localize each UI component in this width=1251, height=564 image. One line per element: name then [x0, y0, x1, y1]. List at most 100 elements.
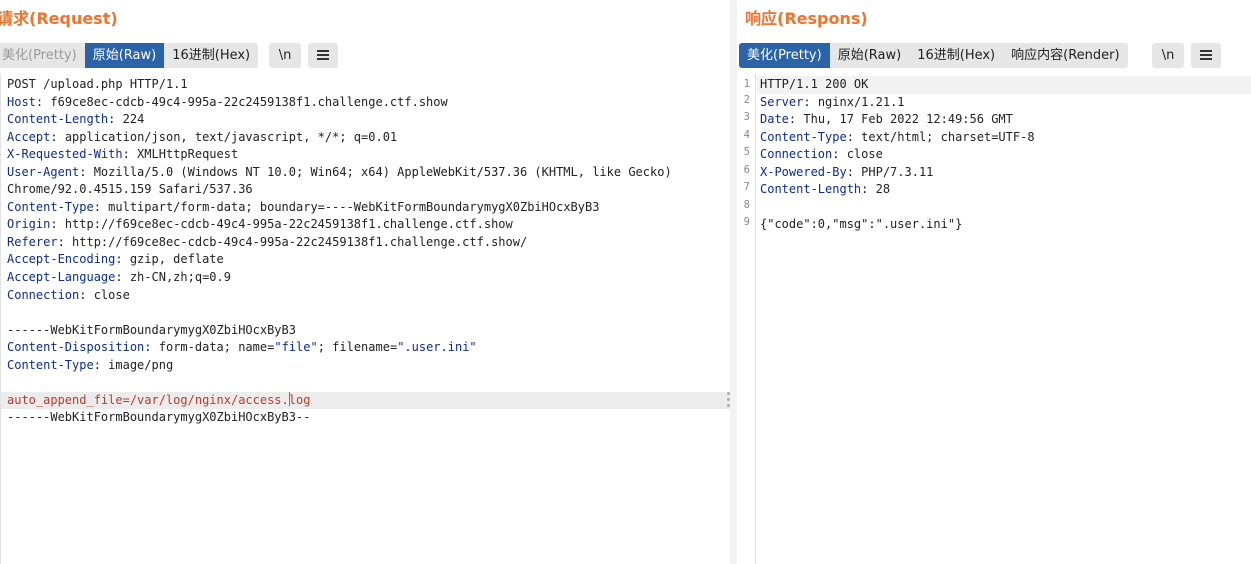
tab-hex[interactable]: 16进制(Hex) — [164, 43, 258, 68]
code-line: ------WebKitFormBoundarymygX0ZbiHOcxByB3 — [7, 322, 730, 340]
header-value: XMLHttpRequest — [129, 147, 239, 162]
tab-raw[interactable]: 原始(Raw) — [830, 43, 910, 68]
header-name: Content-Length — [760, 182, 862, 197]
request-menu-button[interactable] — [308, 43, 338, 68]
header-name: X-Powered-By — [760, 164, 847, 179]
line-text: POST /upload.php HTTP/1.1 — [7, 77, 188, 91]
line-number-gutter: 1 2 3 4 5 6 7 8 9 — [737, 74, 756, 564]
header-value: multipart/form-data; boundary=----WebKit… — [100, 199, 600, 214]
line-text: Chrome/92.0.4515.159 Safari/537.36 — [7, 182, 253, 197]
header-separator: : — [846, 164, 854, 179]
header-name: Connection — [760, 147, 833, 162]
header-name: Date — [760, 112, 789, 127]
code-line: Accept: application/json, text/javascrip… — [7, 129, 730, 147]
request-editor[interactable]: POST /upload.php HTTP/1.1 Host: f69ce8ec-… — [0, 74, 730, 564]
request-toolbar: 美化(Pretty) 原始(Raw) 16进制(Hex) \n — [0, 43, 730, 68]
header-value-part: form-data; name= — [151, 340, 275, 355]
response-lines: HTTP/1.1 200 OK Server: nginx/1.21.1 Date:… — [757, 76, 1251, 234]
header-value: text/html; charset=UTF-8 — [853, 129, 1035, 144]
newline-toggle-button[interactable]: \n — [269, 43, 301, 68]
header-name: Accept-Language — [7, 270, 116, 285]
hamburger-menu-icon — [1200, 49, 1212, 60]
code-line: Content-Length: 224 — [7, 111, 730, 129]
header-separator: : — [57, 234, 65, 249]
header-value: 224 — [115, 112, 145, 127]
line-number: 9 — [743, 216, 750, 229]
tab-raw[interactable]: 原始(Raw) — [84, 43, 165, 68]
response-toolbar: 美化(Pretty) 原始(Raw) 16进制(Hex) 响应内容(Render) \… — [737, 43, 1251, 68]
line-number: 2 — [743, 93, 750, 106]
code-line: X-Requested-With: XMLHttpRequest — [7, 146, 730, 164]
header-value-part: "file" — [274, 340, 318, 355]
line-number: 7 — [743, 181, 750, 194]
header-name: Content-Type — [7, 357, 94, 372]
header-separator: : — [144, 340, 152, 355]
line-text: ------WebKitFormBoundarymygX0ZbiHOcxByB3… — [7, 410, 311, 425]
header-separator: : — [93, 357, 101, 372]
drag-handle-icon[interactable] — [727, 392, 731, 408]
header-name: X-Requested-With — [7, 147, 123, 162]
text-caret — [288, 392, 290, 407]
header-separator: : — [115, 270, 123, 285]
line-text: HTTP/1.1 200 OK — [760, 77, 869, 91]
request-view-tabs: 美化(Pretty) 原始(Raw) 16进制(Hex) — [0, 43, 259, 68]
header-name: Origin — [7, 217, 51, 232]
header-value: image/png — [100, 357, 174, 372]
header-value: PHP/7.3.11 — [853, 164, 934, 179]
line-number: 1 — [743, 78, 750, 90]
header-separator: : — [122, 147, 130, 162]
code-line: Content-Type: image/png — [7, 357, 730, 375]
header-name: Accept — [7, 129, 51, 144]
header-value: http://f69ce8ec-cdcb-49c4-995a-22c245913… — [64, 234, 528, 249]
header-value-part: ; filename= — [317, 340, 398, 355]
header-name: Host — [7, 94, 36, 109]
code-line: Connection: close — [760, 146, 1251, 164]
header-value: gzip, deflate — [122, 252, 224, 267]
code-line: HTTP/1.1 200 OK — [757, 76, 1251, 94]
header-name: Accept-Encoding — [7, 252, 116, 267]
line-number: 4 — [743, 128, 750, 141]
hamburger-menu-icon — [317, 49, 329, 60]
tab-hex[interactable]: 16进制(Hex) — [909, 43, 1003, 68]
header-value: 28 — [868, 182, 891, 197]
header-name: Content-Length — [7, 112, 109, 127]
code-line: Content-Type: multipart/form-data; bound… — [7, 199, 730, 217]
code-line: Origin: http://f69ce8ec-cdcb-49c4-995a-2… — [7, 216, 730, 234]
header-name: User-Agent — [7, 164, 80, 179]
response-editor[interactable]: 1 2 3 4 5 6 7 8 9 HTTP/1.1 200 OK Server: nginx/1… — [737, 74, 1251, 564]
header-value: Mozilla/5.0 (Windows NT 10.0; Win64; x64… — [86, 164, 672, 179]
line-number: 3 — [743, 111, 750, 124]
header-value: application/json, text/javascript, */*; … — [57, 129, 398, 144]
line-text: ------WebKitFormBoundarymygX0ZbiHOcxByB3 — [7, 322, 296, 337]
tab-render[interactable]: 响应内容(Render) — [1003, 43, 1127, 68]
header-value: close — [86, 287, 130, 302]
code-line: Host: f69ce8ec-cdcb-49c4-995a-22c2459138… — [7, 94, 730, 112]
response-title: 响应(Respons) — [745, 9, 868, 28]
header-value: Thu, 17 Feb 2022 12:49:56 GMT — [796, 112, 1013, 127]
request-panel: 请求(Request) 美化(Pretty) 原始(Raw) 16进制(Hex) \… — [0, 0, 730, 564]
request-lines: POST /upload.php HTTP/1.1 Host: f69ce8ec-… — [1, 76, 730, 427]
newline-toggle-button[interactable]: \n — [1152, 43, 1184, 68]
pane-divider[interactable] — [730, 0, 737, 564]
tab-pretty[interactable]: 美化(Pretty) — [0, 43, 85, 68]
header-name: Content-Type — [760, 129, 847, 144]
payload-line: auto_append_file=/var/log/nginx/access.l… — [1, 391, 730, 410]
header-name: Content-Type — [7, 199, 94, 214]
code-line: Content-Length: 28 — [760, 181, 1251, 199]
line-number: 5 — [743, 146, 750, 159]
header-value: nginx/1.21.1 — [810, 94, 905, 109]
code-line: ------WebKitFormBoundarymygX0ZbiHOcxByB3… — [7, 409, 730, 427]
response-menu-button[interactable] — [1191, 43, 1221, 68]
code-line: Referer: http://f69ce8ec-cdcb-49c4-995a-… — [7, 234, 730, 252]
header-name: Referer — [7, 234, 58, 249]
code-line: Chrome/92.0.4515.159 Safari/537.36 — [7, 181, 730, 199]
tab-pretty[interactable]: 美化(Pretty) — [739, 43, 830, 68]
header-name: Server — [760, 94, 804, 109]
header-separator: : — [50, 217, 58, 232]
response-panel: 响应(Respons) 美化(Pretty) 原始(Raw) 16进制(Hex) 响应… — [737, 0, 1251, 564]
code-line: Content-Disposition: form-data; name="fi… — [7, 339, 730, 357]
header-value: close — [839, 147, 883, 162]
payload-text: auto_append_file=/var/log/nginx/access. — [7, 392, 289, 407]
